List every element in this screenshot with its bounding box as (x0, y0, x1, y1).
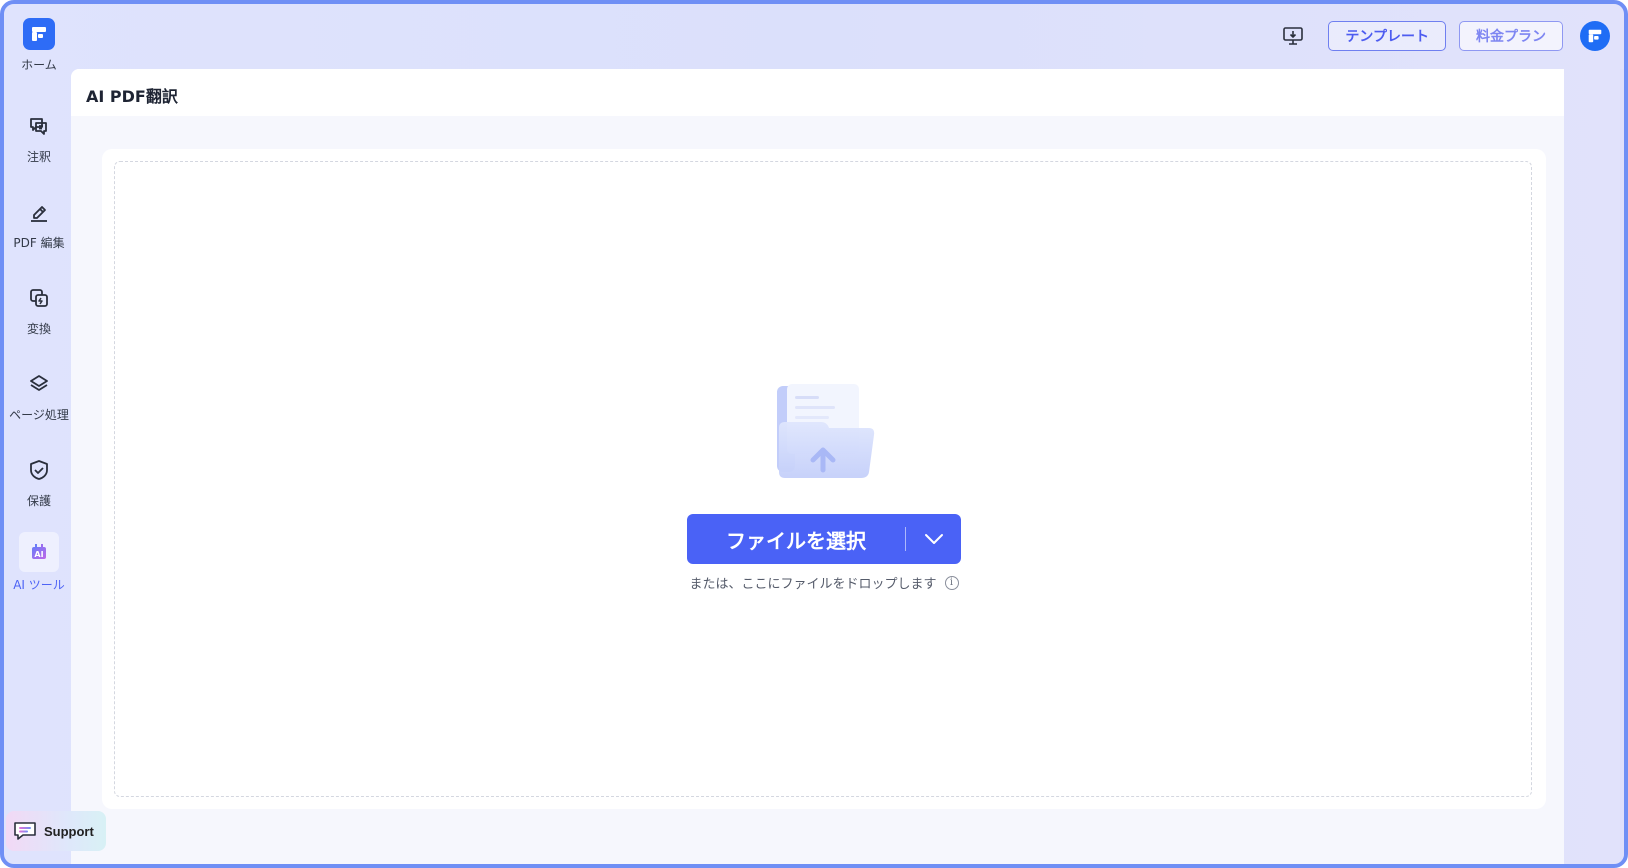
svg-text:AI: AI (34, 550, 43, 559)
sidebar-item-label: ホーム (21, 58, 57, 72)
desktop-download-icon[interactable] (1280, 23, 1306, 49)
sidebar-item-label: 保護 (26, 494, 51, 508)
brand-logo-icon (1588, 29, 1602, 43)
sidebar-item-home[interactable]: ホーム (4, 18, 74, 98)
home-logo-icon (23, 18, 55, 50)
support-button[interactable]: Support (6, 811, 106, 851)
sidebar-item-label: ページ処理 (9, 408, 69, 422)
sidebar-item-label: 注釈 (26, 150, 51, 164)
avatar[interactable] (1580, 21, 1610, 51)
drop-hint-text: または、ここにファイルをドロップします (689, 577, 937, 592)
topbar-actions: テンプレート 料金プラン (1280, 18, 1610, 54)
ai-icon: AI (19, 532, 59, 572)
pen-edit-icon (21, 194, 57, 230)
main-panel: AI PDF翻訳 ファイルを選択 または、ここにファイルをドロップします i (71, 69, 1564, 864)
folder-upload-icon (777, 384, 875, 478)
page-header: AI PDF翻訳 (71, 69, 1564, 116)
file-dropzone[interactable]: ファイルを選択 または、ここにファイルをドロップします i (114, 161, 1532, 797)
sidebar-item-pdf-edit[interactable]: PDF 編集 (4, 190, 74, 270)
layers-icon (21, 366, 57, 402)
shield-check-icon (21, 452, 57, 488)
sidebar-item-annotate[interactable]: 注釈 (4, 104, 74, 184)
sidebar-item-convert[interactable]: 変換 (4, 276, 74, 356)
page-title: AI PDF翻訳 (86, 87, 178, 106)
sidebar-item-label: 変換 (26, 322, 51, 336)
app-window: ホーム 注釈 PDF 編集 変換 ページ処理 保護 AI AI ツール テンプレ… (0, 0, 1628, 868)
select-file-button[interactable]: ファイルを選択 (687, 514, 961, 564)
convert-icon (21, 280, 57, 316)
sidebar-item-page[interactable]: ページ処理 (4, 362, 74, 442)
chat-support-icon (14, 822, 36, 840)
sidebar-item-ai-tools[interactable]: AI AI ツール (4, 532, 74, 612)
template-button[interactable]: テンプレート (1328, 21, 1446, 51)
chevron-down-icon[interactable] (906, 514, 961, 564)
comment-edit-icon (21, 108, 57, 144)
sidebar-item-protect[interactable]: 保護 (4, 448, 74, 528)
select-file-label: ファイルを選択 (726, 528, 866, 553)
pricing-plan-button[interactable]: 料金プラン (1459, 21, 1563, 51)
upload-card: ファイルを選択 または、ここにファイルをドロップします i (102, 149, 1546, 809)
window-edge (1620, 69, 1624, 864)
sidebar-item-label: PDF 編集 (13, 236, 65, 250)
sidebar-item-label: AI ツール (13, 578, 65, 592)
drop-hint: または、ここにファイルをドロップします i (115, 573, 1533, 592)
support-label: Support (44, 823, 94, 839)
info-icon[interactable]: i (944, 575, 959, 590)
sidebar: ホーム 注釈 PDF 編集 変換 ページ処理 保護 AI AI ツール (4, 4, 74, 864)
